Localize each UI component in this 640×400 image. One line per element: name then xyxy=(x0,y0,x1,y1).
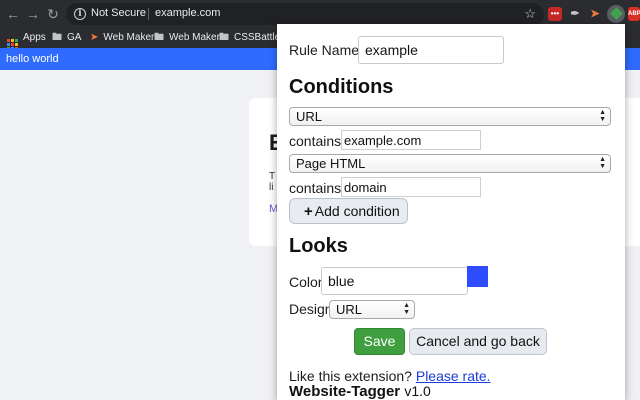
condition-operator-label: contains xyxy=(289,180,342,196)
app-version: v1.0 xyxy=(404,383,431,399)
rating-prompt-text: Like this extension? xyxy=(289,368,412,384)
abp-icon[interactable]: ••• xyxy=(548,7,562,21)
url-separator xyxy=(148,8,149,20)
bookmark-label: Web Maker xyxy=(169,32,220,43)
save-button[interactable]: Save xyxy=(354,328,405,355)
extension-popup: Rule Name Conditions URL ▲▼ contains Pag… xyxy=(277,24,625,400)
eyedropper-icon[interactable]: ✒ xyxy=(568,7,582,21)
bookmark-apps[interactable]: Apps xyxy=(7,31,46,50)
looks-title: Looks xyxy=(289,235,348,257)
color-label: Color xyxy=(289,274,323,290)
app-title: Website-Tagger xyxy=(289,383,401,400)
bookmark-label: GA xyxy=(67,32,82,43)
condition-value-input[interactable] xyxy=(341,177,481,197)
select-arrows-icon: ▲ ▼ xyxy=(599,156,606,170)
design-value: URL xyxy=(336,302,363,317)
tag-icon[interactable] xyxy=(607,5,625,23)
url-text[interactable]: example.com xyxy=(155,7,220,19)
webmaker-icon[interactable]: ➤ xyxy=(588,7,602,21)
condition-type-select[interactable]: Page HTML ▲ ▼ xyxy=(289,154,611,173)
rule-name-label: Rule Name xyxy=(289,42,360,58)
back-arrow-icon[interactable]: ← xyxy=(4,5,22,23)
bookmark-ga[interactable]: 🖿 GA xyxy=(52,31,81,45)
condition-operator-label: contains xyxy=(289,133,342,149)
folder-icon: 🖿 xyxy=(154,32,164,43)
bookmark-star-icon[interactable]: ☆ xyxy=(524,6,536,22)
design-select[interactable]: URL ▲ ▼ xyxy=(329,300,415,319)
add-condition-button[interactable]: + Add condition xyxy=(289,198,408,224)
forward-arrow-icon[interactable]: → xyxy=(24,5,42,23)
app-name: Website-Tagger v1.0 xyxy=(289,383,431,400)
bookmark-web-maker-folder[interactable]: 🖿 Web Maker xyxy=(154,31,220,45)
adblock-icon[interactable]: ABP xyxy=(628,7,640,21)
address-bar[interactable]: i Not Secure example.com ☆ xyxy=(66,3,544,25)
folder-icon: 🖿 xyxy=(52,32,62,43)
select-arrows-icon: ▲ ▼ xyxy=(599,109,606,123)
cancel-button[interactable]: Cancel and go back xyxy=(409,328,547,355)
security-label[interactable]: Not Secure xyxy=(91,7,146,19)
webmaker-icon: ➤ xyxy=(90,32,99,43)
condition-type-select[interactable]: URL ▲ ▼ xyxy=(289,107,611,126)
reload-icon[interactable]: ↻ xyxy=(44,5,62,23)
condition-type-value: Page HTML xyxy=(296,156,366,171)
rule-name-input[interactable] xyxy=(358,36,504,64)
design-label: Design xyxy=(289,301,333,317)
bookmark-label: CSSBattle xyxy=(234,32,281,43)
color-input[interactable] xyxy=(321,267,468,295)
info-icon[interactable]: i xyxy=(74,8,86,20)
plus-icon: + xyxy=(304,203,313,220)
select-arrows-icon: ▲ ▼ xyxy=(403,302,410,316)
folder-icon: 🖿 xyxy=(219,32,229,43)
conditions-title: Conditions xyxy=(289,76,394,98)
bookmark-cssbattle[interactable]: 🖿 CSSBattle xyxy=(219,31,280,45)
condition-type-value: URL xyxy=(296,109,323,124)
add-condition-label: Add condition xyxy=(314,203,400,219)
rate-link[interactable]: Please rate. xyxy=(416,368,491,384)
bookmark-label: Web Maker xyxy=(103,32,155,43)
condition-value-input[interactable] xyxy=(341,130,481,150)
bookmark-web-maker[interactable]: ➤ Web Maker xyxy=(90,31,154,45)
color-swatch xyxy=(467,266,488,287)
bookmark-label: Apps xyxy=(23,32,46,43)
rating-prompt: Like this extension? Please rate. xyxy=(289,368,491,384)
